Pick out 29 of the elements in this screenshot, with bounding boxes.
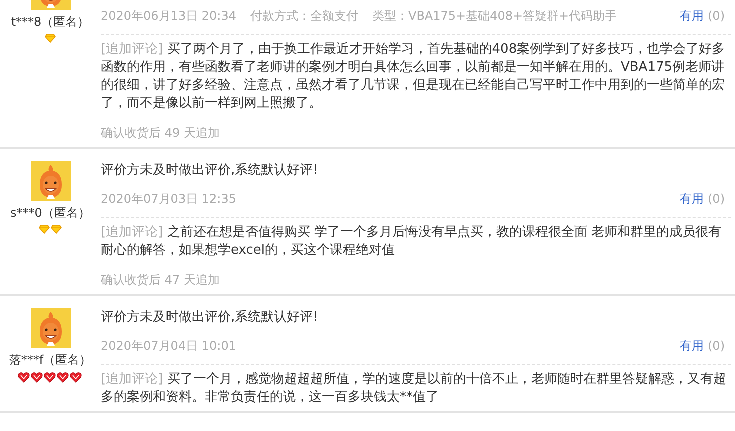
username: s***0（匿名） xyxy=(10,205,90,222)
heart-icon xyxy=(31,372,43,383)
append-review: [追加评论] 买了两个月了，由于换工作最近才开始学习，首先基础的408案例学到了好多技巧，也学会了好多函数的作用，有些函数看了老师讲的案例才明白具体怎么回事，以前都是一知半解在用的。VBA175例老师讲的很细，讲了好多经验、注意点，虽然才看了几节课，但是现在已经能自己写平时工作中用到的一些简单的宏了，而不是像以前一样到网上照搬了。 xyxy=(101,41,726,113)
review-comment: 评价方未及时做出评价,系统默认好评! xyxy=(101,162,320,180)
append-time-note: 确认收货后 47 天追加 xyxy=(101,272,221,289)
username: 落***f（匿名） xyxy=(9,352,92,369)
review-date: 2020年07月03日 12:35 xyxy=(101,191,236,208)
useful-link[interactable]: 有用 xyxy=(680,192,704,206)
diamond-icon xyxy=(44,34,56,43)
review-comment: 评价方未及时做出评价,系统默认好评! xyxy=(101,309,320,327)
heart-icon xyxy=(57,372,69,383)
review-date: 2020年07月04日 10:01 xyxy=(101,338,236,355)
heart-icon xyxy=(44,372,56,383)
append-time-note: 确认收货后 49 天追加 xyxy=(101,125,221,142)
append-review: [追加评论] 买了一个月，感觉物超超超所值，学的速度是以前的十倍不止，老师随时在群里答疑解惑，又有超多的案例和资料。非常负责任的说，这一百多块钱太**值了 xyxy=(101,371,728,407)
append-review: [追加评论] 之前还在想是否值得购买 学了一个多月后悔没有早点买，教的课程很全面 老师和群里的成员很有耐心的解答，如果想学excel的，买这个课程绝对值 xyxy=(101,224,723,260)
diamond-icon xyxy=(50,225,62,234)
useful-link[interactable]: 有用 xyxy=(680,9,704,23)
diamond-icon xyxy=(38,225,50,234)
username: t***8（匿名） xyxy=(11,14,90,31)
useful-count: (0) xyxy=(708,339,725,353)
heart-icon xyxy=(70,372,82,383)
heart-icon xyxy=(18,372,30,383)
useful-count: (0) xyxy=(708,192,725,206)
useful-link[interactable]: 有用 xyxy=(680,339,704,353)
product-type: 类型：VBA175+基础408+答疑群+代码助手 xyxy=(372,8,618,25)
payment-method: 付款方式：全额支付 xyxy=(250,8,358,25)
review-date: 2020年06月13日 20:34 xyxy=(101,8,236,25)
useful-count: (0) xyxy=(708,9,725,23)
